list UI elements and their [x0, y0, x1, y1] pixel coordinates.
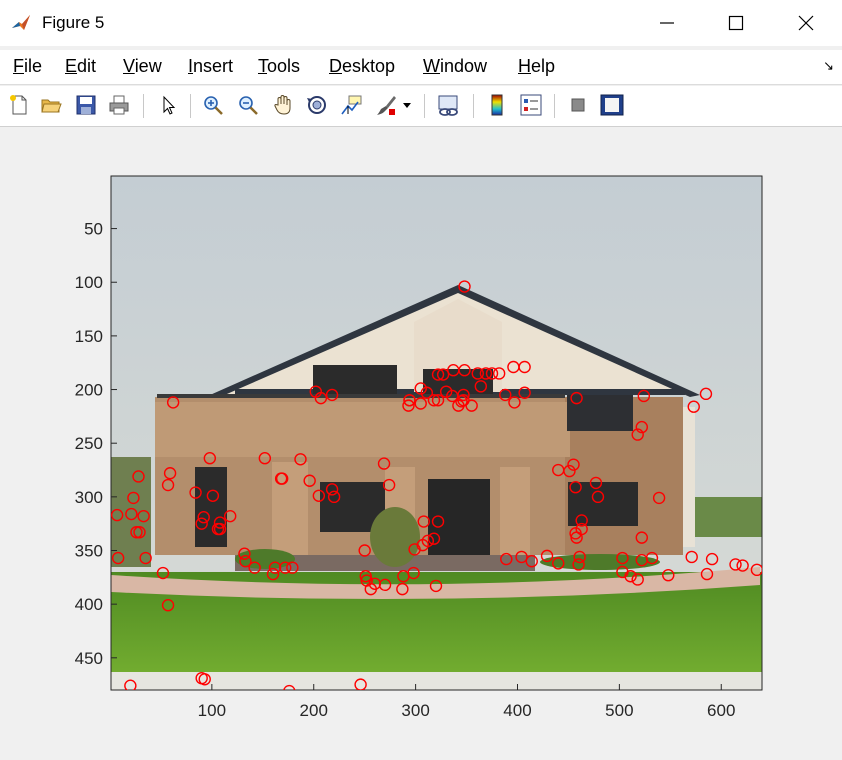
y-tick-label: 250 — [75, 434, 103, 453]
minimize-button[interactable] — [644, 0, 690, 46]
y-tick-label: 400 — [75, 595, 103, 614]
menu-file[interactable]: File — [13, 56, 42, 77]
toolbar-separator — [473, 94, 474, 118]
menu-insert[interactable]: Insert — [188, 56, 233, 77]
menu-desktop[interactable]: Desktop — [329, 56, 395, 77]
x-tick-label: 600 — [707, 701, 735, 720]
y-tick-label: 300 — [75, 488, 103, 507]
legend-button[interactable] — [518, 92, 544, 118]
brush-dropdown-button[interactable] — [400, 92, 414, 118]
maximize-button[interactable] — [713, 0, 759, 46]
save-icon — [76, 95, 96, 115]
zoom-in-icon — [204, 96, 223, 115]
menu-view[interactable]: View — [123, 56, 162, 77]
zoom-in-button[interactable] — [200, 92, 226, 118]
data-cursor-button[interactable] — [338, 92, 364, 118]
data-cursor-icon — [341, 95, 362, 115]
link-plot-button[interactable] — [436, 92, 462, 118]
toolbar-separator — [143, 94, 144, 118]
menu-help[interactable]: Help — [518, 56, 555, 77]
pan-hand-icon — [274, 94, 291, 115]
house-photo — [111, 176, 762, 690]
colorbar-icon — [491, 94, 503, 116]
window-title: Figure 5 — [42, 13, 105, 32]
link-plot-icon — [438, 95, 458, 116]
x-tick-label: 100 — [198, 701, 226, 720]
show-plot-tools-button[interactable] — [599, 92, 625, 118]
open-file-button[interactable] — [38, 92, 64, 118]
save-button[interactable] — [73, 92, 99, 118]
select-arrow-icon — [163, 95, 176, 115]
select-button[interactable] — [155, 92, 181, 118]
menu-edit[interactable]: Edit — [65, 56, 96, 77]
toolbar-separator — [554, 94, 555, 118]
rotate-3d-icon — [307, 96, 326, 114]
y-tick-label: 350 — [75, 542, 103, 561]
toolbar-separator — [424, 94, 425, 118]
figure-canvas: 100 200 300 400 500 600 50 100 150 200 250 300 350 4… — [0, 127, 842, 760]
x-tick-label: 200 — [300, 701, 328, 720]
legend-icon — [520, 94, 542, 116]
close-button[interactable] — [783, 0, 829, 46]
dock-arrow-icon[interactable]: ↘ — [823, 58, 834, 74]
minimize-icon — [660, 22, 674, 24]
colorbar-button[interactable] — [484, 92, 510, 118]
menu-bar: File Edit View Insert Tools Desktop Wind… — [0, 50, 842, 85]
print-button[interactable] — [106, 92, 132, 118]
figure-toolbar — [0, 86, 842, 127]
x-tick-label: 500 — [605, 701, 633, 720]
x-tick-label: 400 — [503, 701, 531, 720]
matlab-logo-icon — [10, 12, 32, 34]
open-file-icon — [41, 99, 62, 113]
brush-icon — [377, 96, 396, 115]
y-tick-label: 450 — [75, 649, 103, 668]
zoom-out-button[interactable] — [235, 92, 261, 118]
brush-button[interactable] — [374, 92, 400, 118]
rotate-3d-button[interactable] — [304, 92, 330, 118]
print-icon — [109, 95, 129, 115]
zoom-out-icon — [239, 96, 258, 115]
y-tick-label: 150 — [75, 327, 103, 346]
new-figure-button[interactable] — [6, 92, 32, 118]
hide-plot-tools-button[interactable] — [565, 92, 591, 118]
title-bar: Figure 5 — [0, 0, 842, 46]
new-figure-icon — [10, 95, 27, 115]
menu-window[interactable]: Window — [423, 56, 487, 77]
image-axes[interactable]: 100 200 300 400 500 600 50 100 150 200 250 300 350 4… — [0, 127, 842, 760]
toolbar-separator — [190, 94, 191, 118]
x-tick-label: 300 — [401, 701, 429, 720]
y-tick-label: 50 — [84, 220, 103, 239]
menu-tools[interactable]: Tools — [258, 56, 300, 77]
brush-dropdown-icon — [403, 103, 411, 108]
y-tick-label: 100 — [75, 273, 103, 292]
pan-button[interactable] — [270, 92, 296, 118]
maximize-icon — [728, 15, 744, 31]
show-plot-tools-icon — [600, 94, 624, 116]
hide-plot-tools-icon — [571, 98, 585, 112]
close-icon — [798, 15, 814, 31]
y-tick-label: 200 — [75, 381, 103, 400]
